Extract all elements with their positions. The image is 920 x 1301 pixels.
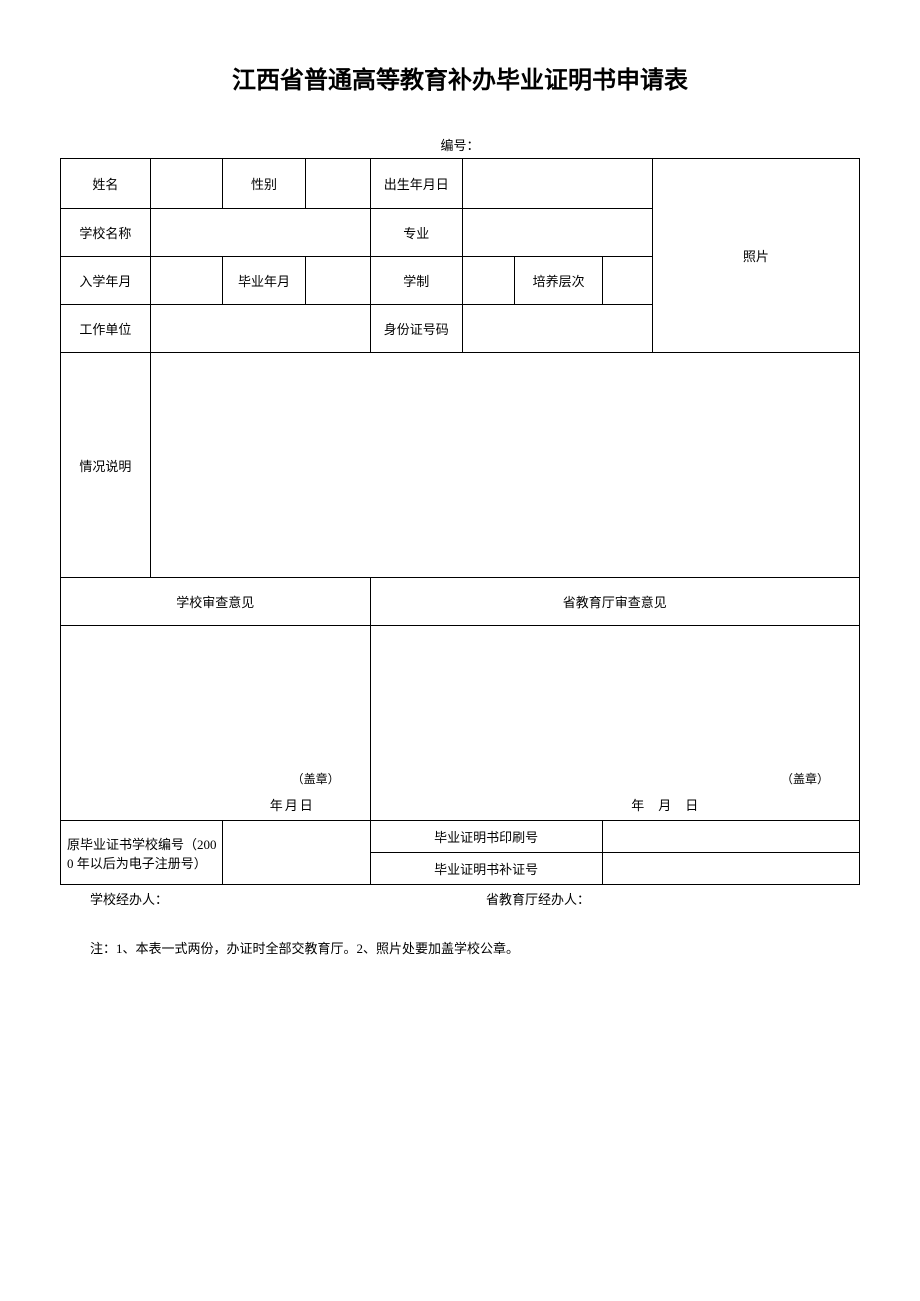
school-handler-label: 学校经办人： [90,889,168,908]
dept-opinion-body[interactable]: （盖章） 年月日 [370,626,859,821]
label-idnum: 身份证号码 [370,305,462,353]
value-major[interactable] [462,209,652,257]
value-gradym[interactable] [305,257,370,305]
dept-handler-label: 省教育厅经办人： [486,889,590,908]
label-enroll: 入学年月 [61,257,151,305]
value-name[interactable] [150,159,222,209]
label-name: 姓名 [61,159,151,209]
value-idnum[interactable] [462,305,652,353]
label-printnum: 毕业证明书印刷号 [370,821,602,853]
label-school: 学校名称 [61,209,151,257]
handlers-row: 学校经办人： 省教育厅经办人： [60,889,860,908]
date-right: 年月日 [491,795,712,814]
seal-label-left: （盖章） [292,770,340,787]
label-level: 培养层次 [515,257,602,305]
value-level[interactable] [602,257,652,305]
label-explain: 情况说明 [61,353,151,578]
value-explain[interactable] [150,353,859,578]
value-system[interactable] [462,257,514,305]
label-birth: 出生年月日 [370,159,462,209]
value-orignum[interactable] [223,821,370,885]
value-gender[interactable] [305,159,370,209]
label-gender: 性别 [223,159,305,209]
label-dept-opinion: 省教育厅审查意见 [370,578,859,626]
label-major: 专业 [370,209,462,257]
label-workunit: 工作单位 [61,305,151,353]
seal-label-right: （盖章） [781,770,829,787]
value-printnum[interactable] [602,821,859,853]
footnote: 注：1、本表一式两份，办证时全部交教育厅。2、照片处要加盖学校公章。 [60,938,860,957]
value-birth[interactable] [462,159,652,209]
application-form-table: 姓名 性别 出生年月日 照片 学校名称 专业 入学年月 毕业年月 学制 培养层次… [60,158,860,885]
photo-cell: 照片 [652,159,859,353]
date-left: 年月日 [90,795,315,814]
label-suppnum: 毕业证明书补证号 [370,853,602,885]
value-suppnum[interactable] [602,853,859,885]
school-opinion-body[interactable]: （盖章） 年月日 [61,626,371,821]
value-school[interactable] [150,209,370,257]
serial-label: 编号： [60,135,860,154]
label-system: 学制 [370,257,462,305]
label-orignum: 原毕业证书学校编号（2000 年以后为电子注册号） [61,821,223,885]
label-gradym: 毕业年月 [223,257,305,305]
value-enroll[interactable] [150,257,222,305]
page-title: 江西省普通高等教育补办毕业证明书申请表 [60,60,860,95]
value-workunit[interactable] [150,305,370,353]
label-school-opinion: 学校审查意见 [61,578,371,626]
